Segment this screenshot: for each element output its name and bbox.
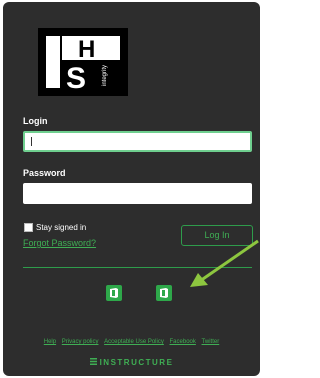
- instructure-icon: [89, 358, 97, 367]
- svg-text:H: H: [78, 36, 95, 63]
- arrow-annotation-icon: [190, 239, 259, 287]
- footer-links: Help Privacy policy Acceptable Use Polic…: [3, 339, 260, 345]
- office-sso-button-2[interactable]: [156, 285, 172, 301]
- login-panel: H S integrity Login Password Stay signed…: [3, 2, 260, 376]
- svg-text:integrity: integrity: [102, 65, 108, 86]
- twitter-link[interactable]: Twitter: [202, 339, 220, 345]
- privacy-policy-link[interactable]: Privacy policy: [62, 339, 99, 345]
- login-input[interactable]: [23, 131, 252, 152]
- office-sso-button-1[interactable]: [106, 285, 122, 301]
- stay-signed-in[interactable]: Stay signed in: [24, 223, 86, 232]
- office-sso-icon: [110, 288, 118, 298]
- password-label: Password: [23, 168, 66, 178]
- stay-signed-in-checkbox[interactable]: [24, 223, 33, 232]
- acceptable-use-policy-link[interactable]: Acceptable Use Policy: [104, 339, 164, 345]
- password-input[interactable]: [23, 183, 252, 204]
- help-link[interactable]: Help: [44, 339, 56, 345]
- instructure-brand: INSTRUCTURE: [3, 358, 260, 367]
- login-label: Login: [23, 116, 48, 126]
- svg-text:S: S: [66, 62, 86, 95]
- office-sso-icon: [160, 288, 168, 298]
- facebook-link[interactable]: Facebook: [170, 339, 196, 345]
- instructure-text: INSTRUCTURE: [99, 358, 174, 367]
- stay-signed-in-label: Stay signed in: [36, 223, 87, 232]
- ihs-logo: H S integrity: [38, 28, 128, 96]
- forgot-password-link[interactable]: Forgot Password?: [23, 238, 96, 248]
- text-caret: [31, 137, 32, 146]
